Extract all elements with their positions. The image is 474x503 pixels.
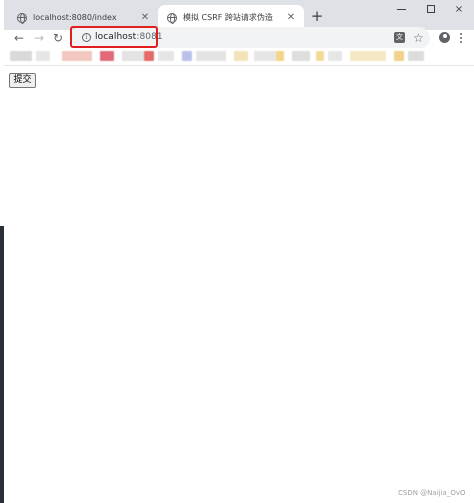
tab-title: 模拟 CSRF 跨站请求伪造 <box>183 13 273 22</box>
bookmark-item[interactable] <box>122 51 144 61</box>
reload-button[interactable]: ↻ <box>50 30 66 46</box>
watermark: CSDN @Naijia_OvO <box>398 489 466 497</box>
bookmark-item[interactable] <box>350 51 386 61</box>
bookmark-item[interactable] <box>276 51 284 61</box>
globe-icon <box>17 12 27 24</box>
bookmarks-bar <box>4 48 474 66</box>
bookmark-item[interactable] <box>196 51 226 61</box>
translate-icon[interactable]: 文 <box>394 32 405 43</box>
bookmark-item[interactable] <box>292 51 310 61</box>
bookmark-item[interactable] <box>328 51 342 61</box>
bookmark-star-icon[interactable]: ☆ <box>413 30 424 46</box>
bookmark-item[interactable] <box>62 51 92 61</box>
bookmark-item[interactable] <box>182 51 192 61</box>
back-button[interactable]: ← <box>11 30 27 46</box>
close-window-button[interactable]: × <box>444 0 474 20</box>
close-icon[interactable]: ✕ <box>138 12 152 23</box>
menu-icon[interactable] <box>459 31 463 45</box>
minimize-icon <box>396 8 406 10</box>
maximize-icon <box>427 5 435 13</box>
close-icon[interactable]: ✕ <box>284 12 298 23</box>
toolbar: ← → ↻ i localhost:8081 文 ☆ <box>4 26 474 49</box>
account-icon[interactable] <box>439 32 450 43</box>
globe-icon <box>167 12 177 24</box>
bookmark-item[interactable] <box>316 51 324 61</box>
bookmark-item[interactable] <box>158 51 174 61</box>
bookmark-item[interactable] <box>254 51 276 61</box>
bookmark-item[interactable] <box>408 51 424 61</box>
bookmark-item[interactable] <box>394 51 404 61</box>
forward-button[interactable]: → <box>31 30 47 46</box>
submit-button[interactable]: 提交 <box>9 73 36 88</box>
new-tab-button[interactable]: + <box>309 8 325 24</box>
minimize-button[interactable] <box>386 0 416 20</box>
tab-title: localhost:8080/index <box>33 13 117 22</box>
maximize-button[interactable] <box>416 0 446 20</box>
bookmark-item[interactable] <box>36 51 50 61</box>
page-content: 提交 <box>4 67 474 503</box>
bookmark-item[interactable] <box>144 51 154 61</box>
bookmark-item[interactable] <box>100 51 114 61</box>
url-highlight-box <box>70 26 158 48</box>
browser-window: localhost:8080/index ✕ 模拟 CSRF 跨站请求伪造 ✕ … <box>4 0 474 503</box>
bookmark-item[interactable] <box>10 51 32 61</box>
bookmark-item[interactable] <box>234 51 248 61</box>
